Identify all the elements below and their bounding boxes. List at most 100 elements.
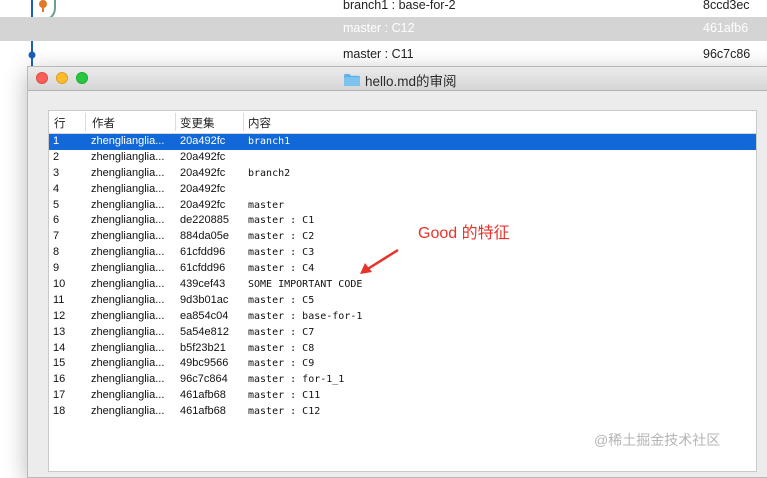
table-row[interactable]: 13 zhenglianglia... 5a54e812 master : C7	[49, 325, 756, 341]
cell-line: 18	[53, 405, 66, 418]
commit-log-background: branch1 : base-for-2 8ccd3ec master : C1…	[0, 0, 767, 70]
cell-content: master : C9	[248, 358, 315, 370]
cell-changeset: 20a492fc	[180, 198, 226, 211]
cell-author: zhenglianglia...	[91, 278, 165, 291]
cell-line: 7	[53, 230, 60, 243]
cell-content: master : C11	[248, 390, 321, 402]
cell-line: 4	[53, 182, 60, 195]
commit-message: branch1 : base-for-2	[343, 0, 456, 12]
cell-changeset: 461afb68	[180, 389, 226, 402]
table-row[interactable]: 15 zhenglianglia... 49bc9566 master : C9	[49, 356, 756, 372]
cell-changeset: 96c7c864	[180, 373, 228, 386]
table-row[interactable]: 12 zhenglianglia... ea854c04 master : base-…	[49, 309, 756, 325]
annotation-arrow-icon	[360, 248, 399, 274]
column-header-changeset[interactable]: 变更集	[180, 115, 215, 131]
cell-content: master : C4	[248, 263, 315, 275]
table-row[interactable]: 5 zhenglianglia... 20a492fc master	[49, 198, 756, 214]
cell-author: zhenglianglia...	[91, 389, 165, 402]
cell-line: 8	[53, 246, 60, 259]
table-row-selected[interactable]: 1 zhenglianglia... 20a492fc branch1	[49, 134, 756, 150]
table-row[interactable]: 14 zhenglianglia... b5f23b21 master : C8	[49, 341, 756, 357]
cell-line: 11	[53, 293, 65, 306]
table-row[interactable]: 16 zhenglianglia... 96c7c864 master : for-1…	[49, 372, 756, 388]
cell-content: master : C2	[248, 231, 315, 243]
cell-changeset: 439cef43	[180, 278, 226, 291]
table-row[interactable]: 4 zhenglianglia... 20a492fc	[49, 182, 756, 198]
cell-line: 16	[53, 373, 66, 386]
table-row[interactable]: 6 zhenglianglia... de220885 master : C1	[49, 213, 756, 229]
cell-line: 2	[53, 150, 60, 163]
cell-line: 3	[53, 166, 60, 179]
cell-content: master : C3	[248, 247, 315, 259]
blame-table[interactable]: 行 作者 变更集 内容 1 zhenglianglia... 20a492fc bra…	[48, 110, 757, 472]
cell-line: 13	[53, 325, 66, 338]
commit-row-selected[interactable]: master : C12 461afb6	[0, 17, 767, 41]
cell-content: branch1	[248, 136, 291, 147]
cell-line: 1	[53, 135, 60, 147]
cell-changeset: 461afb68	[180, 405, 226, 418]
column-header-line[interactable]: 行	[54, 115, 66, 131]
annotation-label: Good 的特征	[418, 225, 510, 242]
cell-author: zhenglianglia...	[91, 341, 165, 354]
cell-author: zhenglianglia...	[91, 214, 165, 227]
cell-author: zhenglianglia...	[91, 325, 165, 338]
cell-line: 9	[53, 262, 60, 275]
cell-content: master : C8	[248, 342, 315, 354]
cell-line: 14	[53, 341, 66, 354]
cell-changeset: 20a492fc	[180, 182, 226, 195]
cell-author: zhenglianglia...	[91, 166, 165, 179]
zoom-window-button[interactable]	[76, 72, 88, 84]
window-title-text: hello.md的审阅	[365, 74, 457, 89]
cell-line: 15	[53, 357, 66, 370]
cell-author: zhenglianglia...	[91, 357, 165, 370]
cell-content: master : base-for-1	[248, 310, 363, 322]
cell-line: 5	[53, 198, 60, 211]
cell-author: zhenglianglia...	[91, 309, 165, 322]
table-row[interactable]: 10 zhenglianglia... 439cef43 SOME IMPORTANT…	[49, 277, 756, 293]
cell-line: 6	[53, 214, 60, 227]
cell-author: zhenglianglia...	[91, 135, 165, 147]
close-window-button[interactable]	[36, 72, 48, 84]
column-separator[interactable]	[85, 113, 86, 131]
cell-content: master : C7	[248, 326, 315, 338]
commit-row[interactable]: branch1 : base-for-2 8ccd3ec	[0, 0, 767, 18]
minimize-window-button[interactable]	[56, 72, 68, 84]
cell-changeset: 20a492fc	[180, 150, 226, 163]
cell-author: zhenglianglia...	[91, 293, 165, 306]
cell-author: zhenglianglia...	[91, 246, 165, 259]
commit-message: master : C12	[343, 21, 415, 35]
window-titlebar[interactable]: hello.md的审阅	[28, 67, 767, 91]
cell-author: zhenglianglia...	[91, 262, 165, 275]
cell-content: master	[248, 199, 285, 211]
table-row[interactable]: 2 zhenglianglia... 20a492fc	[49, 150, 756, 166]
column-header-author[interactable]: 作者	[92, 115, 115, 131]
watermark: @稀土掘金技术社区	[594, 432, 721, 448]
table-row[interactable]: 7 zhenglianglia... 884da05e master : C2	[49, 229, 756, 245]
window-title: hello.md的审阅	[344, 70, 457, 90]
cell-content: master : C12	[248, 406, 321, 418]
cell-changeset: 20a492fc	[180, 166, 226, 179]
commit-row[interactable]: master : C11 96c7c86	[0, 43, 767, 67]
column-header-content[interactable]: 内容	[248, 115, 271, 131]
column-separator[interactable]	[243, 113, 244, 131]
column-separator[interactable]	[175, 113, 176, 131]
cell-changeset: 61cfdd96	[180, 246, 226, 259]
cell-changeset: de220885	[180, 214, 229, 227]
cell-content: master : C1	[248, 215, 315, 227]
cell-author: zhenglianglia...	[91, 230, 165, 243]
cell-changeset: ea854c04	[180, 309, 229, 322]
table-row[interactable]: 3 zhenglianglia... 20a492fc branch2	[49, 166, 756, 182]
table-row[interactable]: 11 zhenglianglia... 9d3b01ac master : C5	[49, 293, 756, 309]
commit-message: master : C11	[343, 47, 414, 61]
cell-changeset: 20a492fc	[180, 135, 226, 147]
cell-line: 10	[53, 278, 66, 291]
table-row[interactable]: 18 zhenglianglia... 461afb68 master : C12	[49, 404, 756, 420]
commit-hash: 461afb6	[703, 21, 749, 35]
cell-changeset: 5a54e812	[180, 325, 229, 338]
cell-author: zhenglianglia...	[91, 198, 165, 211]
table-header: 行 作者 变更集 内容	[49, 111, 756, 134]
folder-icon	[344, 74, 360, 86]
table-row[interactable]: 17 zhenglianglia... 461afb68 master : C11	[49, 388, 756, 404]
cell-content: SOME IMPORTANT CODE	[248, 279, 363, 291]
cell-line: 17	[53, 389, 66, 402]
